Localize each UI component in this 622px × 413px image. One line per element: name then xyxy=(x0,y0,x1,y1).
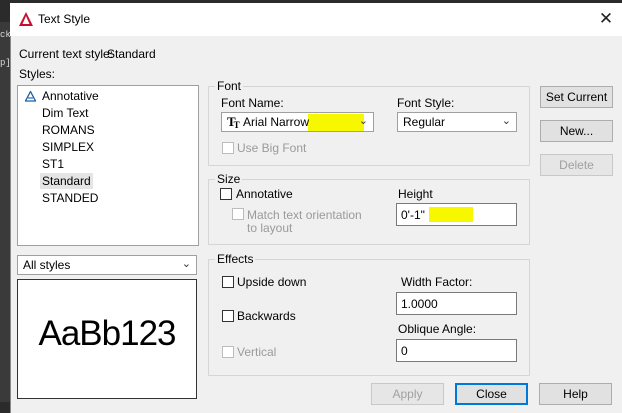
style-filter-value: All styles xyxy=(23,258,71,272)
annotative-icon xyxy=(25,91,36,102)
new-style-button[interactable]: New... xyxy=(540,120,613,142)
effects-group-title: Effects xyxy=(215,252,256,266)
apply-button[interactable]: Apply xyxy=(371,383,444,405)
font-name-value: Arial Narrow xyxy=(243,115,310,129)
height-label: Height xyxy=(398,187,433,201)
chevron-down-icon: ⌄ xyxy=(181,258,191,270)
match-orientation-checkbox[interactable] xyxy=(232,208,244,220)
upside-down-label: Upside down xyxy=(237,275,307,289)
preview-text: AaBb123 xyxy=(38,314,176,353)
style-item-dim-text[interactable]: Dim Text xyxy=(40,105,90,121)
font-style-dropdown[interactable]: Regular ⌄ xyxy=(397,112,517,132)
close-button[interactable]: Close xyxy=(455,383,528,405)
chevron-down-icon: ⌄ xyxy=(358,115,368,127)
style-filter-dropdown[interactable]: All styles ⌄ xyxy=(17,255,197,275)
help-button[interactable]: Help xyxy=(539,383,612,405)
title-bar: Text Style ✕ xyxy=(10,3,622,36)
background-app-strip xyxy=(0,22,10,402)
height-input[interactable]: 0'-1" xyxy=(396,203,517,226)
backwards-checkbox[interactable] xyxy=(222,310,234,322)
styles-label: Styles: xyxy=(19,67,56,81)
style-preview: AaBb123 xyxy=(17,279,197,399)
current-style-value: Standard xyxy=(107,47,156,61)
use-big-font-checkbox[interactable] xyxy=(222,142,234,154)
vertical-label: Vertical xyxy=(237,345,277,359)
close-window-button[interactable]: ✕ xyxy=(596,9,616,29)
vertical-checkbox[interactable] xyxy=(222,346,234,358)
current-style-label: Current text style: xyxy=(19,47,114,61)
font-name-dropdown[interactable]: TT Arial Narrow ⌄ xyxy=(221,112,374,132)
upside-down-checkbox[interactable] xyxy=(222,276,234,288)
use-big-font-label: Use Big Font xyxy=(237,141,307,155)
style-item-simplex[interactable]: SIMPLEX xyxy=(40,139,96,155)
backwards-label: Backwards xyxy=(237,309,296,323)
style-item-romans[interactable]: ROMANS xyxy=(40,122,97,138)
truetype-icon: TT xyxy=(227,114,240,130)
oblique-angle-value: 0 xyxy=(401,344,408,358)
highlight-mark xyxy=(429,207,473,222)
style-item-standard[interactable]: Standard xyxy=(40,173,93,189)
width-factor-label: Width Factor: xyxy=(401,275,473,289)
oblique-angle-label: Oblique Angle: xyxy=(398,322,477,336)
style-item-standed[interactable]: STANDED xyxy=(40,190,100,206)
font-style-label: Font Style: xyxy=(397,96,455,110)
annotative-checkbox[interactable] xyxy=(220,188,232,200)
height-value: 0'-1" xyxy=(401,208,425,222)
font-group-title: Font xyxy=(215,79,244,93)
width-factor-input[interactable]: 1.0000 xyxy=(396,292,517,315)
font-style-value: Regular xyxy=(403,115,446,129)
autocad-logo-icon xyxy=(19,12,33,26)
font-name-label: Font Name: xyxy=(221,96,284,110)
delete-style-button[interactable]: Delete xyxy=(540,154,613,176)
set-current-button[interactable]: Set Current xyxy=(540,86,613,108)
size-group-title: Size xyxy=(215,172,243,186)
annotative-label: Annotative xyxy=(236,187,293,201)
width-factor-value: 1.0000 xyxy=(401,297,438,311)
styles-list[interactable]: Annotative Dim Text ROMANS SIMPLEX ST1 S… xyxy=(17,85,199,246)
window-title: Text Style xyxy=(38,12,91,26)
style-item-annotative[interactable]: Annotative xyxy=(40,88,101,104)
style-item-st1[interactable]: ST1 xyxy=(40,156,66,172)
match-orientation-label: Match text orientation xyxy=(247,208,362,222)
match-orientation-label-2: to layout xyxy=(247,221,293,235)
chevron-down-icon: ⌄ xyxy=(501,115,511,127)
oblique-angle-input[interactable]: 0 xyxy=(396,339,517,362)
highlight-mark xyxy=(308,114,364,131)
